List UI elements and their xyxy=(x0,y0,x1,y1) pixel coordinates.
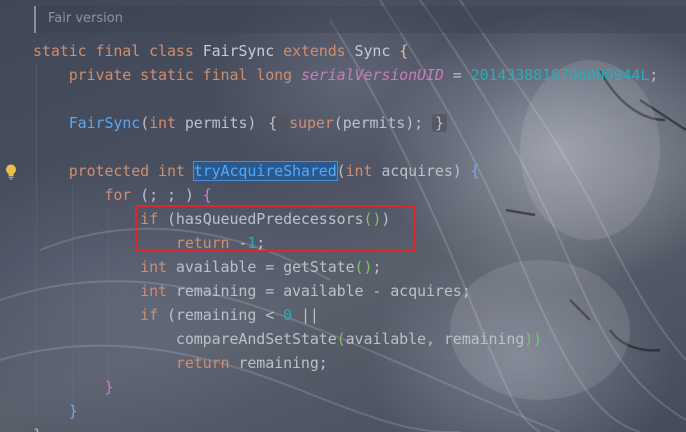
code-line[interactable]: int remaining = available - acquires; xyxy=(33,279,471,303)
code-token: acquires) xyxy=(381,162,471,180)
code-token: { xyxy=(399,42,409,60)
code-token: super xyxy=(289,114,334,132)
code-line[interactable]: protected int tryAcquireShared(int acqui… xyxy=(33,159,480,183)
code-editor[interactable]: Fair version static final class FairSync… xyxy=(0,0,686,432)
code-token: compareAndSetState xyxy=(33,330,337,348)
code-token: { xyxy=(470,162,480,180)
code-token: int xyxy=(33,258,176,276)
code-token: ; xyxy=(372,258,382,276)
code-token: permits xyxy=(184,114,248,132)
code-token: extends xyxy=(283,42,355,60)
code-line[interactable]: int available = getState(); xyxy=(33,255,381,279)
code-token: remaining = available - acquires; xyxy=(175,282,471,300)
code-token: { xyxy=(265,114,290,132)
code-token: remaining; xyxy=(238,354,328,372)
code-token: } xyxy=(33,426,42,432)
code-token: } xyxy=(432,114,447,132)
lightbulb-icon[interactable] xyxy=(4,163,18,181)
code-token: protected int xyxy=(33,162,194,180)
code-token: available = getState xyxy=(175,258,355,276)
code-token: (; ; ) xyxy=(140,186,203,204)
code-line[interactable]: FairSync(int permits) { super(permits); … xyxy=(33,111,447,135)
code-token: FairSync xyxy=(68,114,141,132)
code-line[interactable]: return remaining; xyxy=(33,351,328,375)
code-line[interactable]: compareAndSetState(available, remaining)… xyxy=(33,327,542,351)
code-token: int xyxy=(345,162,382,180)
code-token: int xyxy=(33,282,176,300)
code-token: if xyxy=(33,306,167,324)
highlight-annotation-box xyxy=(135,205,416,252)
selected-method-name: tryAcquireShared xyxy=(192,161,338,181)
code-token: ( xyxy=(140,114,150,132)
code-token: } xyxy=(33,378,114,396)
code-token: Sync xyxy=(354,42,400,60)
code-token: () xyxy=(354,258,373,276)
code-token: return xyxy=(33,354,239,372)
code-token: (remaining < xyxy=(166,306,284,324)
code-token: || xyxy=(292,306,319,324)
code-line[interactable]: for (; ; ) { xyxy=(33,183,212,207)
code-line[interactable]: if (remaining < 0 || xyxy=(33,303,319,327)
code-line[interactable]: } xyxy=(33,399,78,423)
code-token: for xyxy=(33,186,141,204)
code-line[interactable]: private static final long serialVersionU… xyxy=(33,63,659,87)
code-token: ( xyxy=(336,162,346,180)
code-token: } xyxy=(33,402,78,420)
code-token: = xyxy=(443,66,471,84)
code-token: { xyxy=(202,186,212,204)
code-line[interactable]: } xyxy=(33,423,42,432)
code-token: ; xyxy=(649,66,659,84)
code-token: int xyxy=(149,114,185,132)
code-token: ( xyxy=(336,330,346,348)
code-token: 0 xyxy=(283,306,293,324)
code-line[interactable]: } xyxy=(33,375,113,399)
hint-text: Fair version xyxy=(48,11,123,26)
code-token: static final class xyxy=(33,42,203,60)
code-token: 2014338818796000944L xyxy=(470,66,650,84)
code-token: (permits); xyxy=(333,114,433,132)
code-token: private static final long xyxy=(33,66,301,84)
code-token: available, remaining xyxy=(345,330,525,348)
code-token: ) xyxy=(247,114,266,132)
code-line[interactable]: static final class FairSync extends Sync… xyxy=(33,39,408,63)
code-token: FairSync xyxy=(202,42,284,60)
inline-hint-bar: Fair version xyxy=(34,6,686,33)
code-token: serialVersionUID xyxy=(300,66,444,84)
code-token: )) xyxy=(524,330,543,348)
